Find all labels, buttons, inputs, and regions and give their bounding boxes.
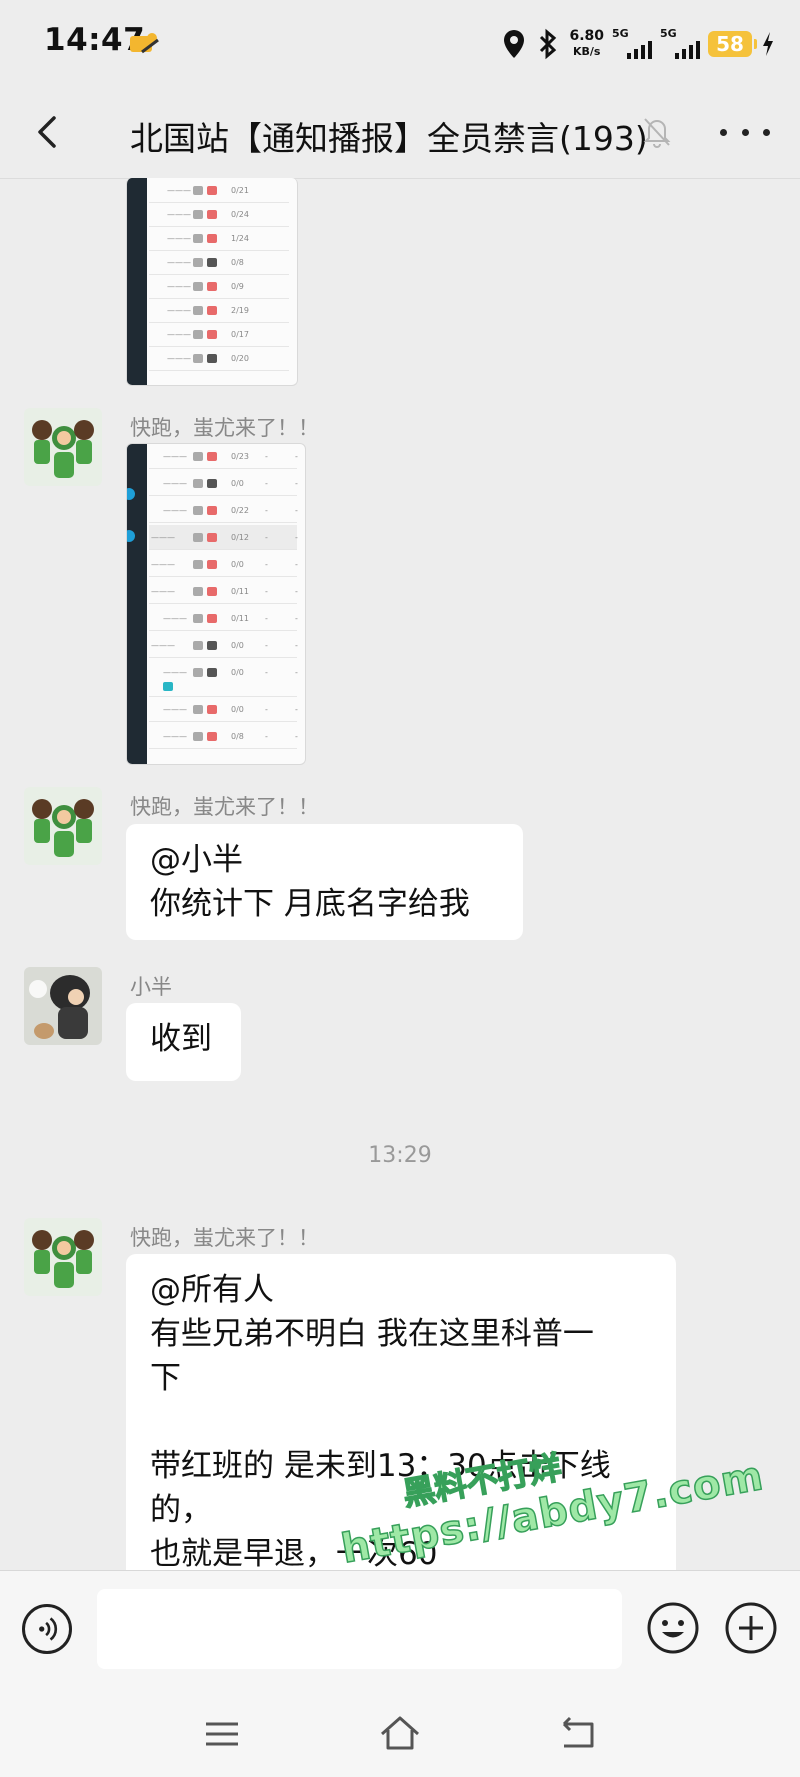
back-icon[interactable] bbox=[28, 112, 68, 152]
timestamp: 13:29 bbox=[368, 1143, 432, 1168]
plus-icon[interactable] bbox=[724, 1601, 778, 1655]
voice-icon[interactable] bbox=[22, 1604, 72, 1654]
message-bubble[interactable]: @小半 你统计下 月底名字给我 bbox=[126, 824, 523, 940]
mute-bell-icon bbox=[643, 118, 671, 148]
avatar[interactable] bbox=[24, 967, 102, 1045]
signal-icon: 5G bbox=[612, 27, 652, 61]
message-line: 的， bbox=[150, 1492, 212, 1528]
battery-level: 58 bbox=[716, 32, 744, 56]
avatar[interactable] bbox=[24, 408, 102, 486]
bluetooth-icon bbox=[540, 28, 557, 60]
avatar[interactable] bbox=[24, 1218, 102, 1296]
message-line: 收到 bbox=[150, 1021, 212, 1057]
image-message[interactable]: ——— 0/23- - ——— 0/0- - ——— 0/22- - ——— 0/12- - —… bbox=[126, 443, 306, 765]
message-line: 下 bbox=[150, 1360, 181, 1396]
message-line: @所有人 bbox=[150, 1272, 274, 1308]
back-nav-icon[interactable] bbox=[556, 1712, 600, 1756]
avatar-image bbox=[24, 1218, 102, 1296]
message-line bbox=[150, 1400, 652, 1444]
home-icon[interactable] bbox=[378, 1712, 422, 1756]
message-line: @小半 bbox=[150, 842, 243, 878]
avatar-image bbox=[24, 967, 102, 1045]
chat-title: 北国站【通知播报】全员禁言(193) bbox=[130, 119, 648, 158]
sender-name: 小半 bbox=[130, 975, 172, 999]
message-bubble[interactable]: 收到 bbox=[126, 1003, 241, 1081]
message-line: 有些兄弟不明白 我在这里科普一 bbox=[150, 1316, 594, 1352]
message-line: 带红班的 是未到13：30点击下线 bbox=[150, 1448, 611, 1484]
message-line: 你统计下 月底名字给我 bbox=[150, 886, 470, 922]
emoji-icon[interactable] bbox=[646, 1601, 700, 1655]
message-bubble[interactable]: @所有人 有些兄弟不明白 我在这里科普一 下 带红班的 是未到13：30点击下线… bbox=[126, 1254, 676, 1594]
more-icon[interactable] bbox=[720, 116, 770, 148]
network-type-2: 5G bbox=[660, 27, 677, 40]
battery-icon: 58 bbox=[708, 31, 757, 57]
net-speed-value: 6.80 bbox=[569, 28, 604, 44]
signal-icon: 5G bbox=[660, 27, 700, 61]
avatar-image bbox=[24, 408, 102, 486]
input-bar bbox=[0, 1570, 800, 1691]
network-type-1: 5G bbox=[612, 27, 629, 40]
status-icons: 6.80 KB/s 5G 5G 58 bbox=[501, 24, 776, 64]
avatar-image bbox=[24, 787, 102, 865]
image-message[interactable]: ——— 0/21 ——— 0/24 ——— 1/24 ——— 0/8 ——— 0/9 ——… bbox=[126, 178, 298, 386]
sender-name: 快跑，蚩尤来了！！ bbox=[130, 795, 319, 819]
avatar[interactable] bbox=[24, 787, 102, 865]
notification-app-icon bbox=[130, 33, 159, 54]
location-icon bbox=[504, 30, 525, 58]
menu-icon[interactable] bbox=[200, 1712, 244, 1756]
status-bar: 14:47 6.80 KB/s 5G 5G 58 bbox=[0, 0, 800, 86]
message-input[interactable] bbox=[97, 1589, 622, 1669]
sender-name: 快跑，蚩尤来了！！ bbox=[130, 1226, 319, 1250]
chat-header: 北国站【通知播报】全员禁言(193) bbox=[0, 86, 800, 179]
charging-icon bbox=[763, 32, 773, 56]
sender-name: 快跑，蚩尤来了！！ bbox=[130, 416, 319, 440]
system-nav-bar bbox=[0, 1690, 800, 1777]
net-speed: 6.80 KB/s bbox=[569, 29, 604, 59]
net-speed-unit: KB/s bbox=[572, 45, 601, 58]
